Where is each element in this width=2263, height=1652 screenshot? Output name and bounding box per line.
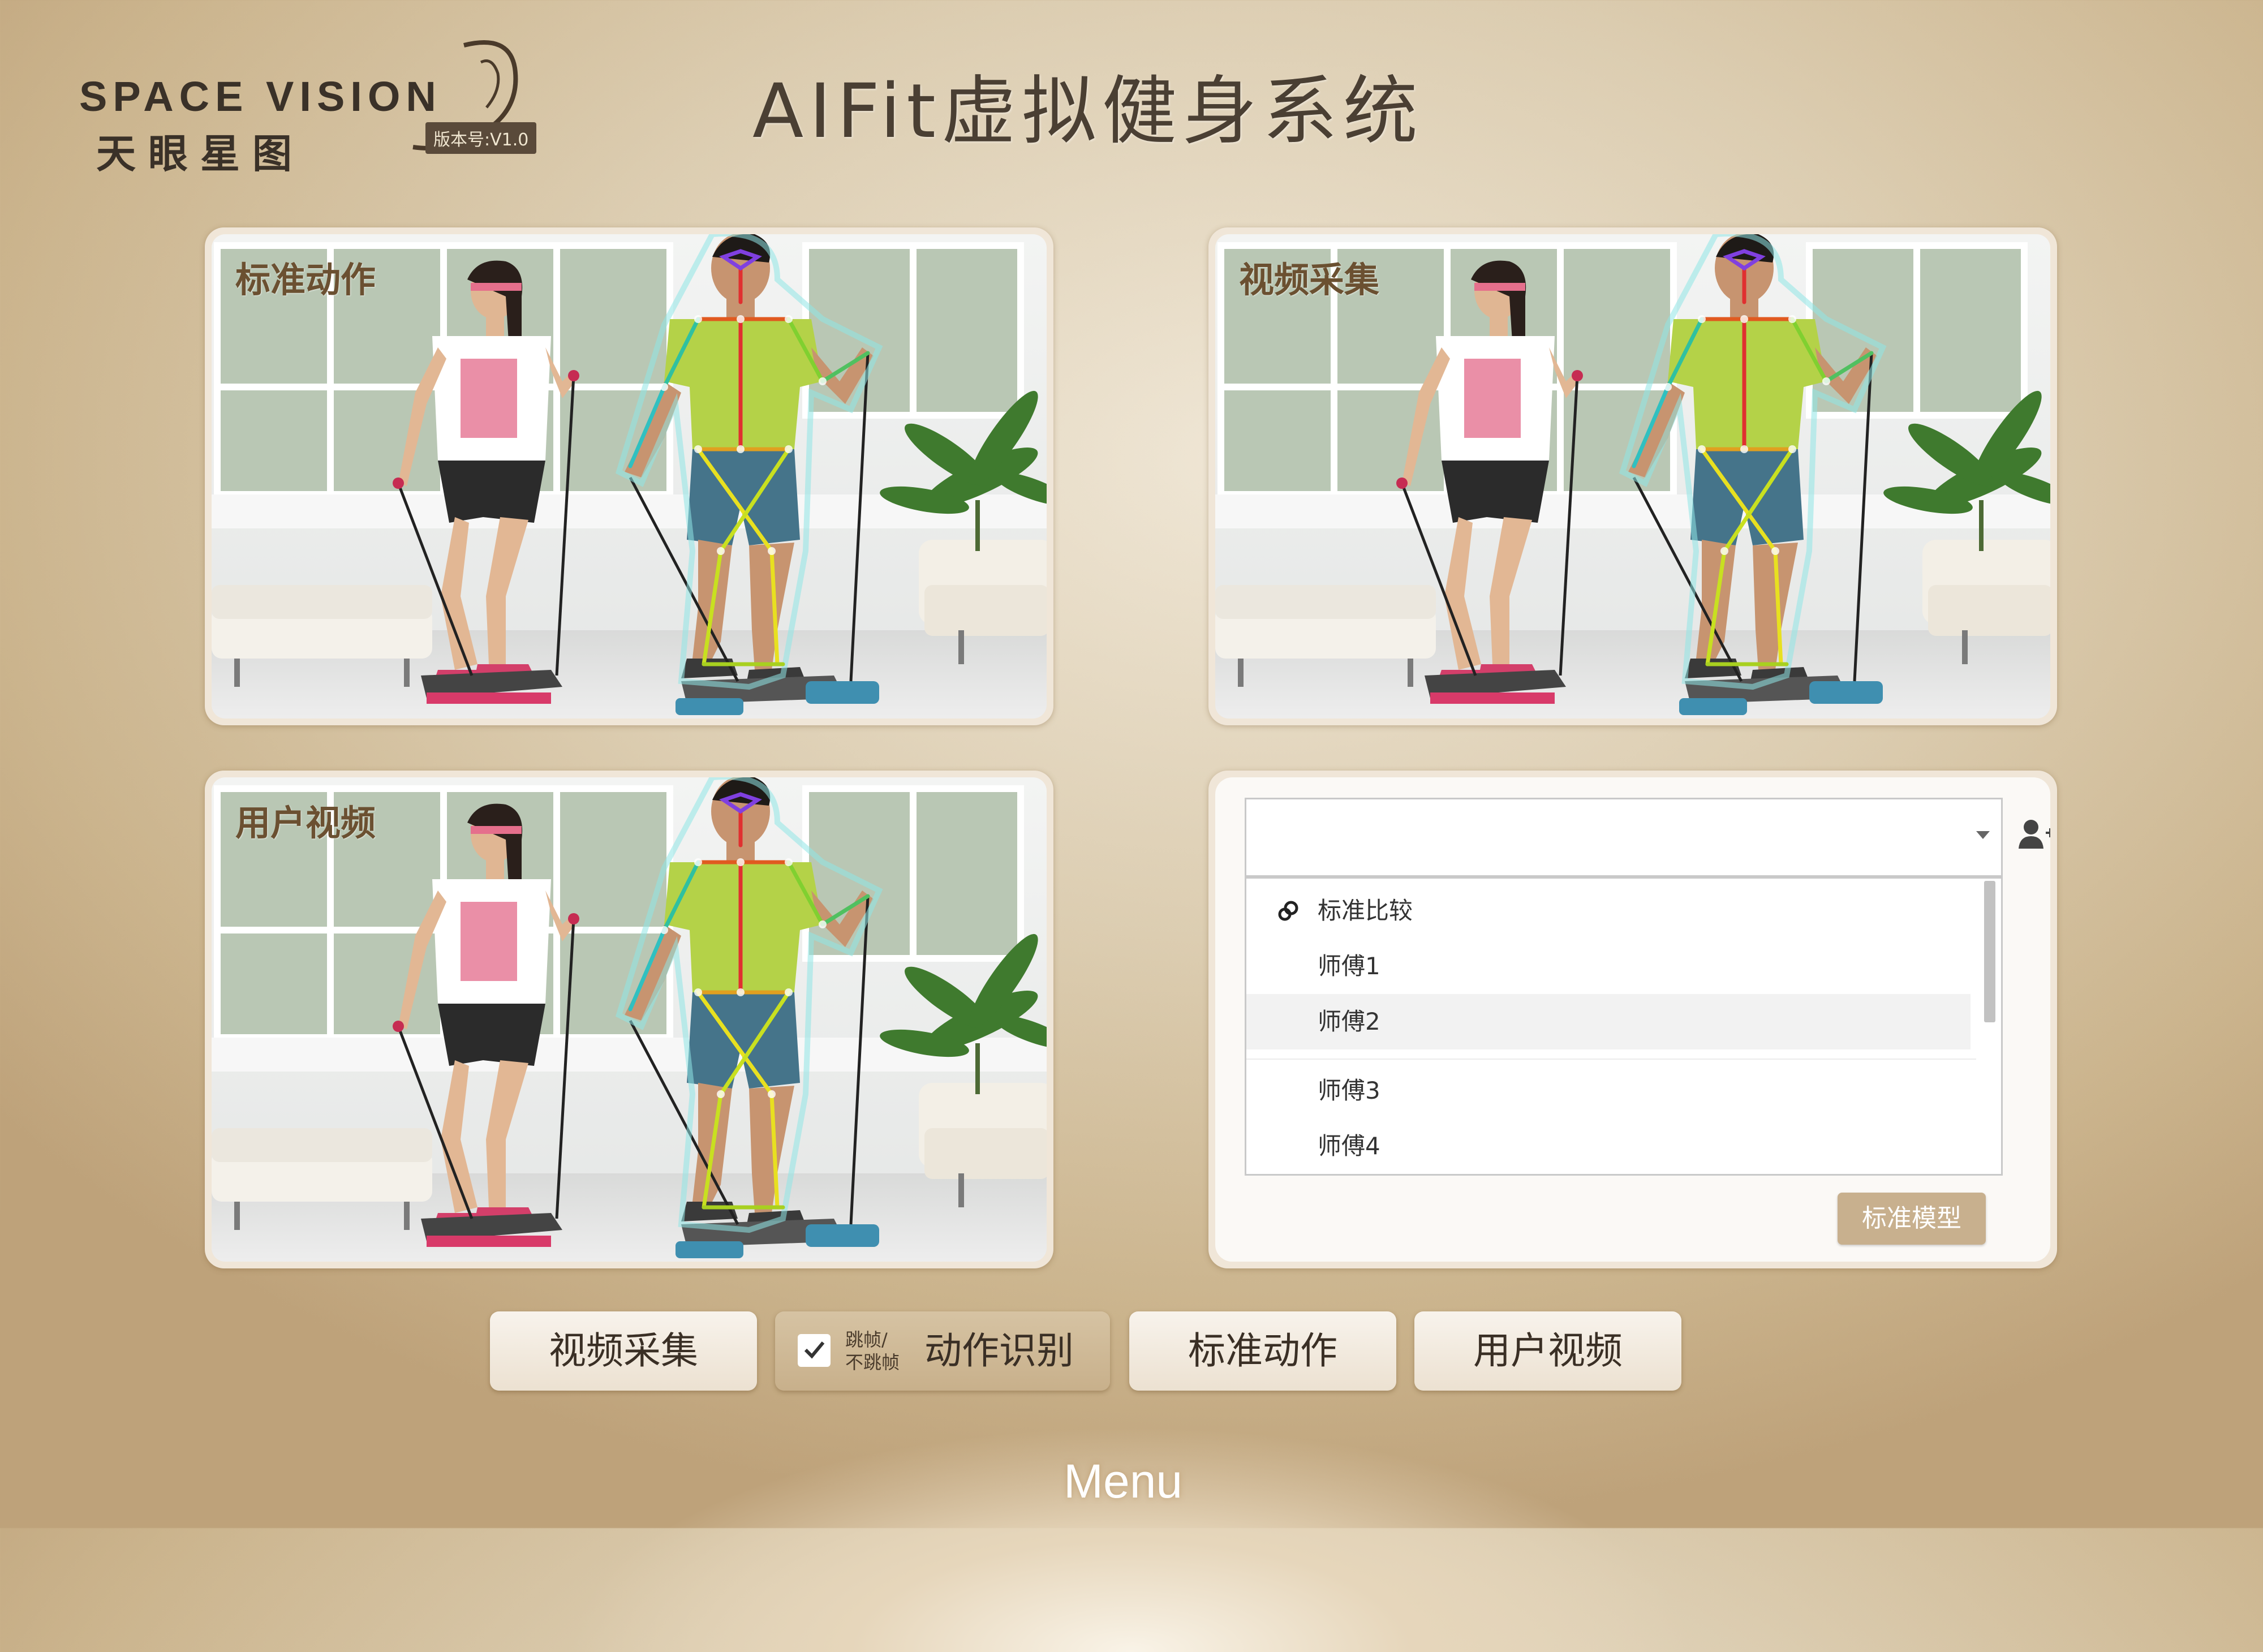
menu-button[interactable]: Menu [1064, 1454, 1182, 1509]
list-item-label: 师傅3 [1318, 1077, 1380, 1104]
list-item-master-3[interactable]: 师傅3 [1246, 1063, 1971, 1118]
list-item-master-2[interactable]: 师傅2 [1246, 994, 1971, 1049]
selector-panel-inner: 标准比较 师傅1 师傅2 师傅3 师傅4 标准模型 [1215, 777, 2050, 1262]
skip-frame-label-line1: 跳帧/ [845, 1329, 888, 1350]
video-capture-panel: 视频采集 [1208, 227, 2057, 725]
user-video-button[interactable]: 用户视频 [1414, 1311, 1681, 1391]
list-divider [1246, 1059, 1976, 1060]
video-frame [212, 234, 1047, 719]
standard-model-button[interactable]: 标准模型 [1838, 1193, 1986, 1245]
chevron-down-icon[interactable] [1976, 831, 1990, 839]
skip-frame-label: 跳帧/ 不跳帧 [845, 1328, 900, 1374]
user-video-panel: 用户视频 [205, 771, 1053, 1268]
action-recognition-button[interactable]: 跳帧/ 不跳帧 动作识别 [775, 1311, 1110, 1391]
check-icon [804, 1341, 825, 1359]
app-title: AIFit虚拟健身系统 [752, 68, 1423, 155]
user-video-label: 用户视频 [235, 802, 376, 844]
link-icon [1278, 901, 1298, 921]
list-item-label: 师傅1 [1318, 952, 1380, 980]
logo-english-text: SPACE VISION [79, 73, 442, 120]
logo-chinese-text: 天眼星图 [96, 130, 304, 177]
selector-panel: 标准比较 师傅1 师傅2 师傅3 师傅4 标准模型 [1208, 771, 2057, 1268]
add-user-icon[interactable] [2016, 817, 2050, 851]
user-video-video[interactable]: 用户视频 [212, 777, 1047, 1262]
video-capture-button[interactable]: 视频采集 [490, 1311, 757, 1391]
standard-action-label: 标准动作 [235, 259, 376, 300]
master-combobox[interactable] [1245, 798, 2003, 877]
list-item-label: 师傅2 [1318, 1008, 1380, 1035]
standard-action-button[interactable]: 标准动作 [1129, 1311, 1396, 1391]
master-list: 标准比较 师傅1 师傅2 师傅3 师傅4 [1245, 877, 2003, 1176]
action-recognition-label: 动作识别 [924, 1329, 1074, 1373]
list-item-label: 师傅4 [1318, 1132, 1380, 1160]
standard-action-panel: 标准动作 [205, 227, 1053, 725]
list-group-header: 标准比较 [1246, 883, 1971, 939]
video-capture-video[interactable]: 视频采集 [1215, 234, 2050, 719]
video-capture-label: 视频采集 [1239, 259, 1380, 300]
standard-action-video[interactable]: 标准动作 [212, 234, 1047, 719]
video-frame [212, 777, 1047, 1262]
app-logo: SPACE VISION 天眼星图 版本号:V1.0 [79, 23, 543, 177]
list-item-master-1[interactable]: 师傅1 [1246, 939, 1971, 994]
scrollbar-thumb[interactable] [1984, 881, 1995, 1022]
version-badge: 版本号:V1.0 [425, 122, 537, 154]
video-frame [1215, 234, 2050, 719]
group-label: 标准比较 [1318, 897, 1413, 924]
list-item-master-4[interactable]: 师傅4 [1246, 1118, 1971, 1174]
skip-frame-checkbox[interactable] [798, 1334, 831, 1367]
skip-frame-label-line2: 不跳帧 [845, 1352, 900, 1373]
